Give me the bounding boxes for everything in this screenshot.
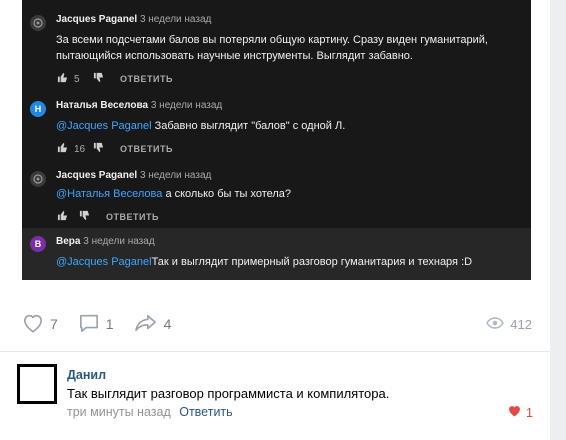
avatar: Н: [30, 101, 46, 117]
thumb-up-icon: [56, 72, 68, 86]
comment-author: Jacques Paganel: [56, 14, 138, 25]
comment-text: @Наталья Веселова а сколько бы ты хотела…: [56, 186, 524, 202]
comment-header: Наталья Веселова 3 недели назад: [56, 100, 222, 111]
post-image-comments-screenshot[interactable]: Jacques Paganel 3 недели назад За всеми …: [22, 0, 531, 280]
comment-mention: @Наталья Веселова: [56, 188, 163, 200]
comment-text: @Jacques PaganelТак и выглядит примерный…: [56, 254, 524, 270]
comment-text: @Jacques Paganel Забавно выглядит "балов…: [56, 118, 524, 134]
reply-link[interactable]: Ответить: [179, 405, 232, 419]
comment-like-button[interactable]: 1: [508, 405, 533, 420]
comment-body: а сколько бы ты хотела?: [162, 188, 292, 200]
comment-mention: @Jacques Paganel: [56, 120, 152, 132]
thumb-down-icon: [92, 72, 104, 86]
like-count: 7: [50, 316, 58, 332]
share-arrow-icon: [134, 313, 158, 336]
eye-icon: [486, 316, 505, 332]
comment-meta: три минуты назад Ответить: [67, 405, 233, 419]
views-counter: 412: [486, 317, 532, 332]
reply-button: ОТВЕТИТЬ: [106, 212, 159, 222]
comment-mention: @Jacques Paganel: [56, 256, 152, 268]
thumb-down-icon: [78, 210, 90, 224]
thumb-up-icon: [56, 142, 68, 156]
post-card: Jacques Paganel 3 недели назад За всеми …: [0, 0, 550, 440]
comment-header: Вера 3 недели назад: [56, 236, 155, 247]
thumb-up-icon: [56, 210, 68, 224]
avatar: В: [30, 236, 46, 252]
avatar: [30, 15, 46, 31]
comment-like-count: 1: [526, 405, 533, 420]
comment-count: 1: [105, 316, 114, 332]
comment-body: Так и выглядит примерный разговор гумани…: [151, 256, 473, 268]
post-action-bar: 7 1 4 412: [22, 310, 532, 338]
comment-body: За всеми подсчетами балов вы потеряли об…: [56, 34, 488, 62]
comment-actions: 5 ОТВЕТИТЬ: [56, 72, 173, 86]
reply-button: ОТВЕТИТЬ: [120, 144, 173, 154]
comment-header: Jacques Paganel 3 недели назад: [56, 14, 211, 25]
share-count: 4: [163, 316, 172, 332]
share-button[interactable]: 4: [134, 313, 172, 336]
heart-outline-icon: [22, 313, 44, 336]
avatar: [30, 171, 46, 187]
divider: [0, 351, 550, 352]
comment-actions: ОТВЕТИТЬ: [56, 210, 159, 224]
like-count: 5: [74, 73, 80, 85]
comment-time: 3 недели назад: [139, 14, 212, 25]
comment-body: Забавно выглядит "балов" с одной Л.: [151, 120, 346, 132]
comment-author: Вера: [56, 236, 81, 247]
comment-text: Так выглядит разговор программиста и ком…: [67, 386, 390, 401]
comment-author-link[interactable]: Данил: [67, 368, 106, 382]
comment-text: За всеми подсчетами балов вы потеряли об…: [56, 32, 524, 64]
comment-button[interactable]: 1: [78, 313, 114, 336]
comment-author: Наталья Веселова: [56, 100, 149, 111]
comment-time[interactable]: три минуты назад: [67, 405, 171, 419]
like-count: 16: [74, 143, 86, 155]
views-count: 412: [510, 316, 532, 332]
avatar[interactable]: [17, 364, 57, 404]
comment-author: Jacques Paganel: [56, 170, 138, 181]
comment-time: 3 недели назад: [150, 100, 223, 111]
thumb-down-icon: [92, 142, 104, 156]
like-button[interactable]: 7: [22, 313, 58, 336]
reply-button: ОТВЕТИТЬ: [120, 74, 173, 84]
comment-time: 3 недели назад: [83, 236, 155, 247]
page-background-strip: [550, 0, 566, 440]
comment-actions: 16 ОТВЕТИТЬ: [56, 142, 173, 156]
speech-bubble-icon: [78, 313, 100, 336]
heart-filled-icon: [508, 405, 521, 420]
comment-time: 3 недели назад: [139, 170, 212, 181]
comment-header: Jacques Paganel 3 недели назад: [56, 170, 211, 181]
